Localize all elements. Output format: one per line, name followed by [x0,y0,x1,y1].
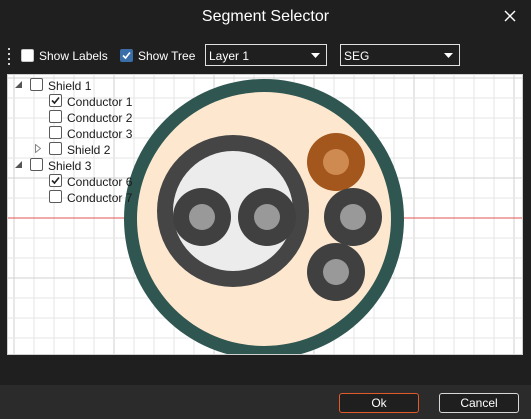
conductor-6-core[interactable] [340,204,366,230]
ok-button[interactable]: Ok [339,393,419,413]
tree-item-label: Shield 1 [48,79,92,93]
toolbar: Show Labels Show Tree Layer 1 SEG [0,42,531,70]
show-labels-checkbox[interactable] [21,49,34,62]
chevron-down-icon [444,53,453,58]
tree-item-label: Conductor 6 [67,175,133,189]
layer-select-value: Layer 1 [209,49,250,63]
tree-item-label: Shield 3 [48,159,92,173]
tree-item-conductor-3[interactable]: Conductor 3 [8,125,138,141]
tree-item-checkbox[interactable] [49,94,62,107]
tree-item-checkbox[interactable] [49,142,62,155]
show-tree-label[interactable]: Show Tree [138,49,195,63]
cancel-button[interactable]: Cancel [439,393,519,413]
tree-item-shield-2[interactable]: Shield 2 [8,141,138,157]
tree-item-label: Conductor 3 [67,127,133,141]
shield-2-core[interactable] [323,149,349,175]
tree-item-checkbox[interactable] [30,78,43,91]
expanded-triangle-icon[interactable] [15,161,22,168]
tree-item-shield-1[interactable]: Shield 1 [8,77,138,93]
segment-canvas[interactable]: Shield 1 Conductor 1 Conductor 2 Conduct… [7,74,523,355]
tree-item-conductor-2[interactable]: Conductor 2 [8,109,138,125]
toolbar-grip-icon[interactable] [7,47,11,65]
show-tree-checkbox[interactable] [120,49,133,62]
tree-item-label: Conductor 2 [67,111,133,125]
tree-item-checkbox[interactable] [49,190,62,203]
tree-item-checkbox[interactable] [30,158,43,171]
tree-item-label: Shield 2 [67,143,111,157]
show-labels-label[interactable]: Show Labels [39,49,108,63]
close-icon [504,10,516,22]
window-title: Segment Selector [201,8,330,25]
type-select-value: SEG [344,49,370,63]
tree-item-checkbox[interactable] [49,174,62,187]
conductor-7-core[interactable] [323,259,349,285]
tree-item-label: Conductor 7 [67,191,133,205]
chevron-down-icon [311,53,320,58]
tree-item-shield-3[interactable]: Shield 3 [8,157,138,173]
title-bar: Segment Selector [0,0,531,36]
type-select[interactable]: SEG [340,44,460,66]
expanded-triangle-icon[interactable] [15,81,22,88]
conductor-2-core[interactable] [254,204,280,230]
tree-item-conductor-6[interactable]: Conductor 6 [8,173,138,189]
conductor-1-core[interactable] [189,204,215,230]
layer-select[interactable]: Layer 1 [205,44,327,66]
tree-item-conductor-7[interactable]: Conductor 7 [8,189,138,205]
close-button[interactable] [496,4,524,28]
tree-item-conductor-1[interactable]: Conductor 1 [8,93,138,109]
tree-item-checkbox[interactable] [49,110,62,123]
collapsed-triangle-icon[interactable] [35,144,41,153]
tree-item-label: Conductor 1 [67,95,133,109]
tree-item-checkbox[interactable] [49,126,62,139]
dialog-footer: Ok Cancel [0,385,531,419]
